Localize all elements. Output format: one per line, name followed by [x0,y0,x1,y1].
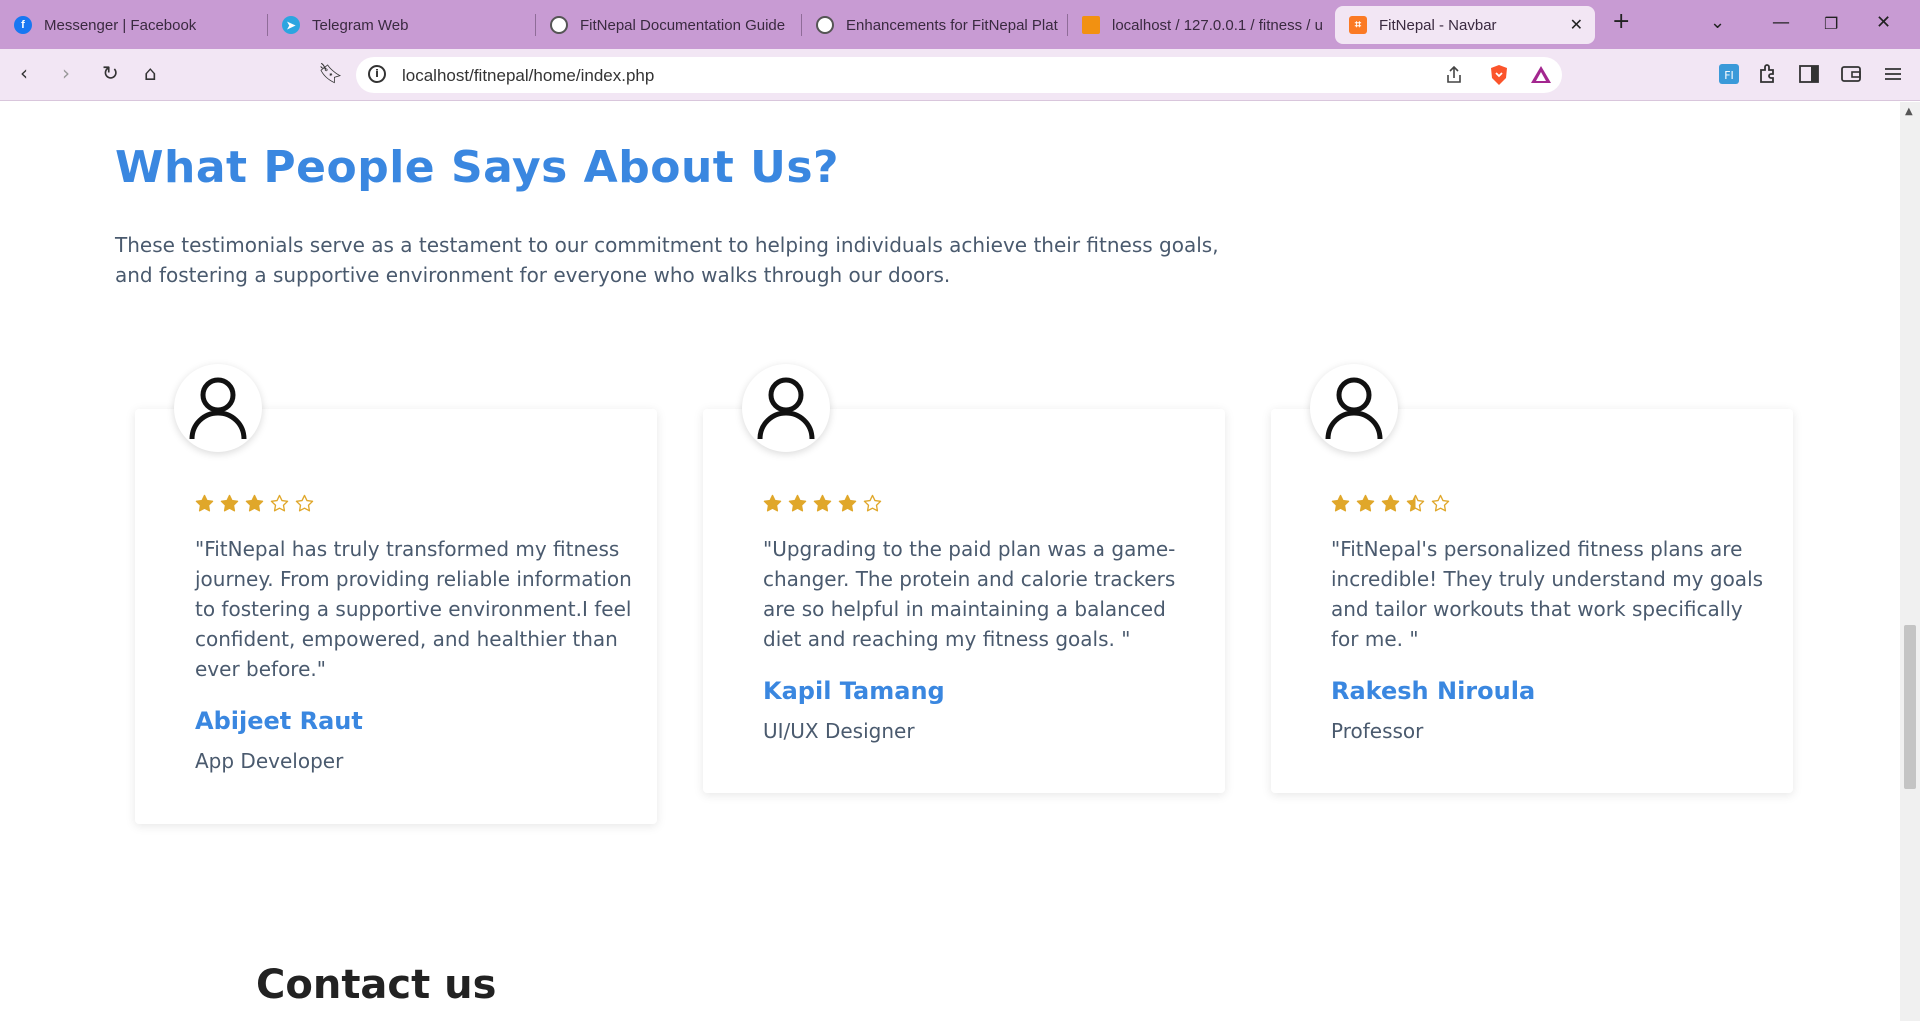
site-info-icon[interactable]: i [368,65,386,83]
avatar [174,364,262,452]
rating-stars [1331,494,1450,513]
back-icon[interactable]: ‹ [20,61,28,85]
testimonial-quote: "FitNepal has truly transformed my fitne… [195,537,632,681]
tab-enhancements[interactable]: Enhancements for FitNepal Plat [802,6,1068,44]
testimonial-role: App Developer [195,749,344,773]
user-icon [189,377,247,440]
scroll-up-icon[interactable]: ▲ [1905,106,1913,117]
facebook-icon: f [14,16,32,34]
extensions-puzzle-icon[interactable] [1757,63,1779,85]
close-tab-icon[interactable]: ✕ [1570,15,1583,35]
testimonial-quote: "Upgrading to the paid plan was a game-c… [763,537,1176,651]
avatar [1310,364,1398,452]
star-half-icon [1406,494,1425,512]
testimonial-name: Abijeet Raut [195,707,363,735]
telegram-icon: ➤ [282,16,300,34]
star-filled-icon [838,494,857,512]
sidebar-icon[interactable] [1798,63,1820,85]
star-empty-icon [1431,494,1450,512]
tab-messenger[interactable]: f Messenger | Facebook [0,6,266,44]
star-filled-icon [763,494,782,512]
address-bar[interactable]: i localhost/fitnepal/home/index.php [356,57,1562,93]
star-filled-icon [1381,494,1400,512]
star-filled-icon [245,494,264,512]
restore-icon[interactable]: ❐ [1824,14,1838,33]
share-icon[interactable] [1444,65,1464,85]
browser-toolbar: ‹ › ↻ ⌂ 🔖︎ i localhost/fitnepal/home/ind… [0,49,1920,101]
forward-icon[interactable]: › [62,61,70,85]
wallet-icon[interactable] [1840,63,1862,85]
url-text[interactable]: localhost/fitnepal/home/index.php [402,66,654,86]
scrollbar-thumb[interactable] [1904,625,1916,789]
testimonial-name: Kapil Tamang [763,677,945,705]
testimonial-name: Rakesh Niroula [1331,677,1536,705]
star-filled-icon [195,494,214,512]
extension-fi-icon[interactable]: FI [1718,63,1740,85]
tab-fitnepal-navbar[interactable]: ⌗ FitNepal - Navbar ✕ [1335,6,1595,44]
section-intro: These testimonials serve as a testament … [115,233,1219,287]
tab-telegram[interactable]: ➤ Telegram Web [268,6,534,44]
testimonial-quote: "FitNepal's personalized fitness plans a… [1331,537,1764,651]
star-empty-icon [295,494,314,512]
tab-phpmyadmin[interactable]: localhost / 127.0.0.1 / fitness / u [1068,6,1334,44]
tab-documentation[interactable]: FitNepal Documentation Guide [536,6,802,44]
star-empty-icon [270,494,289,512]
close-window-icon[interactable]: ✕ [1876,12,1891,33]
svg-text:FI: FI [1724,69,1734,82]
testimonial-role: Professor [1331,719,1424,743]
brave-shield-icon[interactable] [1488,64,1510,86]
testimonial-role: UI/UX Designer [763,719,915,743]
page-scrollbar[interactable]: ▲ [1900,102,1920,1021]
home-icon[interactable]: ⌂ [144,61,157,85]
star-filled-icon [1331,494,1350,512]
contact-heading: Contact us [256,962,497,1008]
tab-search-chevron-icon[interactable]: ⌄ [1710,12,1725,33]
avatar [742,364,830,452]
testimonial-card: "Upgrading to the paid plan was a game-c… [703,409,1225,793]
testimonial-card: "FitNepal's personalized fitness plans a… [1271,409,1793,793]
star-filled-icon [788,494,807,512]
phpmyadmin-icon [1082,16,1100,34]
xampp-icon: ⌗ [1349,16,1367,34]
user-icon [1325,377,1383,440]
openai-icon [816,16,834,34]
bookmark-icon[interactable]: 🔖︎ [318,61,343,85]
minimize-icon[interactable]: — [1772,12,1790,33]
rating-stars [195,494,314,513]
tab-bar: f Messenger | Facebook ➤ Telegram Web Fi… [0,0,1920,49]
openai-icon [550,16,568,34]
star-filled-icon [813,494,832,512]
star-empty-icon [863,494,882,512]
page-content: What People Says About Us? These testimo… [0,102,1900,1021]
star-filled-icon [1356,494,1375,512]
rating-stars [763,494,882,513]
section-heading: What People Says About Us? [115,142,840,193]
testimonial-card: "FitNepal has truly transformed my fitne… [135,409,657,824]
new-tab-button[interactable]: + [1612,9,1630,34]
reload-icon[interactable]: ↻ [102,61,119,85]
star-filled-icon [220,494,239,512]
menu-icon[interactable] [1882,63,1904,85]
user-icon [757,377,815,440]
brave-rewards-icon[interactable] [1530,64,1552,86]
